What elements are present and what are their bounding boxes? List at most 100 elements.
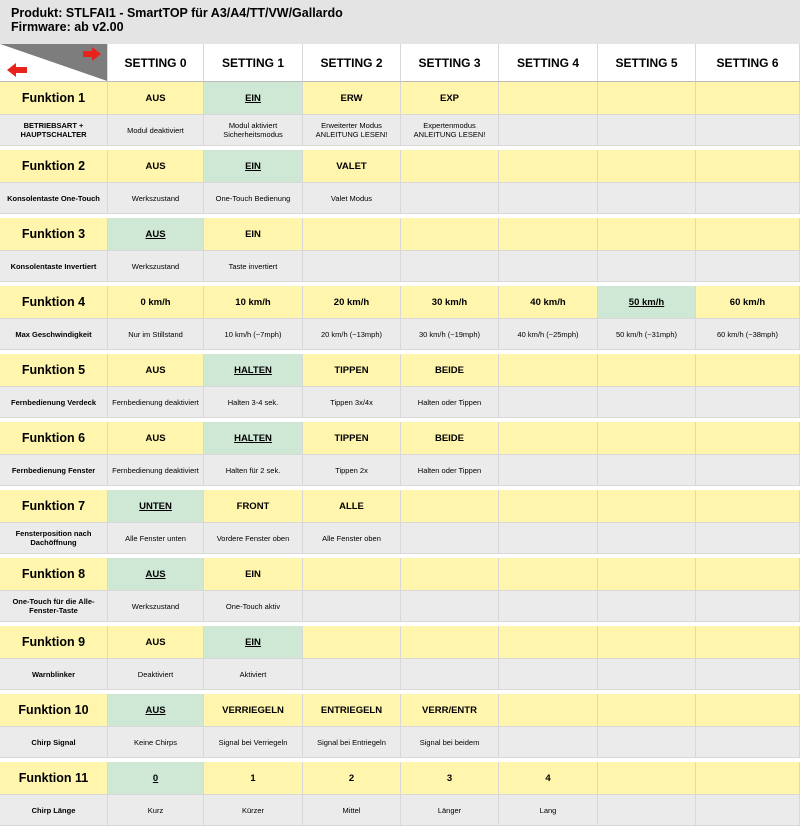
setting-description-cell: Alle Fenster oben xyxy=(303,523,401,554)
setting-value-cell[interactable] xyxy=(499,490,598,523)
function-desc-row: Warnblinker Deaktiviert Aktiviert xyxy=(0,659,800,690)
setting-value-cell[interactable] xyxy=(696,422,800,455)
setting-description-cell xyxy=(598,591,696,622)
setting-value-cell[interactable] xyxy=(401,558,499,591)
setting-description-cell xyxy=(401,183,499,214)
setting-value-cell[interactable]: BEIDE xyxy=(401,422,499,455)
setting-value-cell[interactable]: EIN xyxy=(204,218,303,251)
setting-value-cell[interactable]: 30 km/h xyxy=(401,286,499,319)
setting-description-cell: 20 km/h (~13mph) xyxy=(303,319,401,350)
setting-description-cell: Halten 3-4 sek. xyxy=(204,387,303,418)
setting-value-cell[interactable] xyxy=(696,626,800,659)
setting-value-cell[interactable]: EIN xyxy=(204,82,303,115)
setting-value-cell[interactable] xyxy=(499,218,598,251)
setting-value-cell[interactable]: 40 km/h xyxy=(499,286,598,319)
setting-value-cell[interactable] xyxy=(696,150,800,183)
setting-value-cell[interactable]: 20 km/h xyxy=(303,286,401,319)
function-name: Funktion 8 xyxy=(0,558,108,591)
setting-description-cell xyxy=(598,455,696,486)
setting-value-cell[interactable] xyxy=(598,694,696,727)
setting-value-cell[interactable] xyxy=(499,150,598,183)
setting-value-cell[interactable] xyxy=(499,82,598,115)
setting-value-cell[interactable]: EIN xyxy=(204,558,303,591)
setting-value-cell[interactable] xyxy=(598,490,696,523)
setting-description-cell xyxy=(598,523,696,554)
setting-value-cell[interactable] xyxy=(499,694,598,727)
setting-value-cell[interactable]: AUS xyxy=(108,626,204,659)
function-desc-row: Fensterposition nach Dachöffnung Alle Fen… xyxy=(0,523,800,554)
setting-value-cell[interactable]: AUS xyxy=(108,354,204,387)
setting-value-cell[interactable]: FRONT xyxy=(204,490,303,523)
setting-value-cell[interactable]: UNTEN xyxy=(108,490,204,523)
setting-value-cell[interactable]: 50 km/h xyxy=(598,286,696,319)
setting-value-cell[interactable] xyxy=(696,694,800,727)
function-desc-row: Chirp Länge Kurz Kürzer Mittel Länger Lang xyxy=(0,795,800,826)
setting-value-cell[interactable]: VERR/ENTR xyxy=(401,694,499,727)
setting-value-cell[interactable]: AUS xyxy=(108,82,204,115)
function-row: Funktion 7 UNTEN FRONT ALLE xyxy=(0,490,800,523)
function-desc-row: Fernbedienung Fenster Fernbedienung deakt… xyxy=(0,455,800,486)
setting-value-cell[interactable]: EIN xyxy=(204,150,303,183)
setting-description-cell xyxy=(598,115,696,146)
setting-value-cell[interactable] xyxy=(499,422,598,455)
setting-value-cell[interactable] xyxy=(598,422,696,455)
setting-value-cell[interactable] xyxy=(401,150,499,183)
function-row: Funktion 6 AUS HALTEN TIPPEN BEIDE xyxy=(0,422,800,455)
setting-value-cell[interactable] xyxy=(303,218,401,251)
setting-value-cell[interactable] xyxy=(401,626,499,659)
setting-value-cell[interactable]: BEIDE xyxy=(401,354,499,387)
setting-value-cell[interactable] xyxy=(499,354,598,387)
setting-value-cell[interactable]: ERW xyxy=(303,82,401,115)
setting-value-cell[interactable] xyxy=(598,150,696,183)
setting-value-cell[interactable]: HALTEN xyxy=(204,422,303,455)
setting-description-cell: Tippen 3x/4x xyxy=(303,387,401,418)
setting-value-cell[interactable] xyxy=(499,626,598,659)
setting-value-cell[interactable]: VALET xyxy=(303,150,401,183)
setting-value-cell[interactable] xyxy=(696,218,800,251)
setting-value-cell[interactable]: EIN xyxy=(204,626,303,659)
setting-description-cell: Valet Modus xyxy=(303,183,401,214)
setting-description-cell xyxy=(598,183,696,214)
setting-value-cell[interactable]: ENTRIEGELN xyxy=(303,694,401,727)
setting-value-cell[interactable] xyxy=(598,218,696,251)
setting-value-cell[interactable]: AUS xyxy=(108,694,204,727)
setting-value-cell[interactable]: 10 km/h xyxy=(204,286,303,319)
corner-graphic xyxy=(0,44,107,81)
setting-value-cell[interactable] xyxy=(598,354,696,387)
setting-value-cell[interactable] xyxy=(598,82,696,115)
setting-value-cell[interactable] xyxy=(696,354,800,387)
setting-value-cell[interactable]: TIPPEN xyxy=(303,354,401,387)
setting-value-cell[interactable] xyxy=(598,558,696,591)
setting-value-cell[interactable]: EXP xyxy=(401,82,499,115)
setting-value-cell[interactable] xyxy=(696,558,800,591)
setting-description-cell xyxy=(598,659,696,690)
setting-value-cell[interactable]: 0 km/h xyxy=(108,286,204,319)
setting-value-cell[interactable]: TIPPEN xyxy=(303,422,401,455)
setting-value-cell[interactable]: VERRIEGELN xyxy=(204,694,303,727)
setting-value-cell[interactable]: HALTEN xyxy=(204,354,303,387)
setting-value-cell[interactable] xyxy=(696,82,800,115)
setting-description-cell xyxy=(696,727,800,758)
setting-value-cell[interactable] xyxy=(401,490,499,523)
settings-table: SETTING 0 SETTING 1 SETTING 2 SETTING 3 SETT… xyxy=(0,44,800,826)
setting-value-cell[interactable]: AUS xyxy=(108,218,204,251)
setting-description-cell: Fernbedienung deaktiviert xyxy=(108,387,204,418)
setting-value-cell[interactable]: 60 km/h xyxy=(696,286,800,319)
setting-description-cell: Lang xyxy=(499,795,598,826)
setting-value-cell[interactable] xyxy=(303,626,401,659)
setting-description-cell: One-Touch Bedienung xyxy=(204,183,303,214)
setting-value-cell[interactable] xyxy=(598,626,696,659)
setting-description-cell: Halten für 2 sek. xyxy=(204,455,303,486)
setting-description-cell xyxy=(303,591,401,622)
setting-value-cell[interactable]: AUS xyxy=(108,422,204,455)
setting-value-cell[interactable] xyxy=(696,490,800,523)
setting-description-cell xyxy=(696,795,800,826)
setting-value-cell[interactable]: AUS xyxy=(108,558,204,591)
setting-value-cell[interactable] xyxy=(303,558,401,591)
setting-value-cell[interactable] xyxy=(401,218,499,251)
setting-value-cell[interactable]: ALLE xyxy=(303,490,401,523)
setting-value-cell[interactable] xyxy=(499,558,598,591)
function-description: Chirp Signal xyxy=(0,727,108,758)
function-name: Funktion 3 xyxy=(0,218,108,251)
setting-value-cell[interactable]: AUS xyxy=(108,150,204,183)
